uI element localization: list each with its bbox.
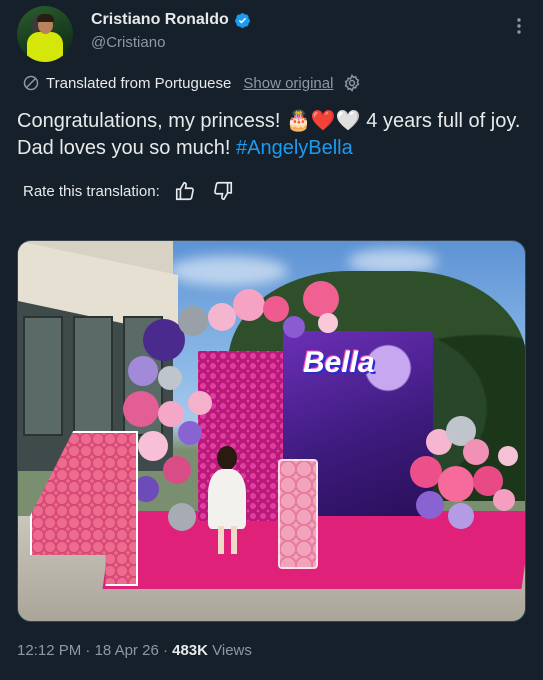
hashtag-link[interactable]: #AngelyBella: [236, 137, 353, 159]
author-handle[interactable]: @Cristiano: [91, 34, 165, 51]
meta-separator: ·: [81, 642, 95, 659]
tweet-date[interactable]: 18 Apr 26: [95, 642, 159, 659]
meta-separator: ·: [158, 642, 173, 659]
balloon-tube: [278, 459, 318, 569]
girl: [217, 446, 237, 470]
author-name[interactable]: Cristiano Ronaldo: [91, 11, 229, 29]
views-label: Views: [207, 642, 252, 659]
tweet-text: Congratulations, my princess! 🎂❤️🤍 4 yea…: [17, 108, 522, 162]
translation-bar: Translated from Portuguese Show original: [23, 74, 361, 92]
thumbs-up-icon[interactable]: [174, 180, 196, 202]
more-dots-icon[interactable]: [509, 16, 529, 36]
show-original-link[interactable]: Show original: [243, 75, 333, 92]
backdrop-title: Bella: [303, 346, 375, 379]
rate-label: Rate this translation:: [23, 182, 160, 200]
tweet-photo[interactable]: Bella: [17, 240, 526, 622]
verified-badge-icon: [234, 12, 250, 28]
translated-label: Translated from Portuguese: [46, 74, 232, 92]
thumbs-down-icon[interactable]: [212, 180, 234, 202]
tweet-meta: 12:12 PM · 18 Apr 26 · 483K Views: [17, 642, 252, 659]
author-name-row[interactable]: Cristiano Ronaldo: [91, 11, 251, 29]
tweet-header: Cristiano Ronaldo @Cristiano: [17, 6, 529, 62]
tweet-time[interactable]: 12:12 PM: [17, 642, 81, 659]
gear-icon[interactable]: [343, 74, 361, 92]
avatar[interactable]: [17, 6, 73, 62]
view-count: 483K: [172, 642, 208, 659]
translate-icon: [23, 75, 39, 91]
rate-translation: Rate this translation:: [23, 180, 234, 202]
